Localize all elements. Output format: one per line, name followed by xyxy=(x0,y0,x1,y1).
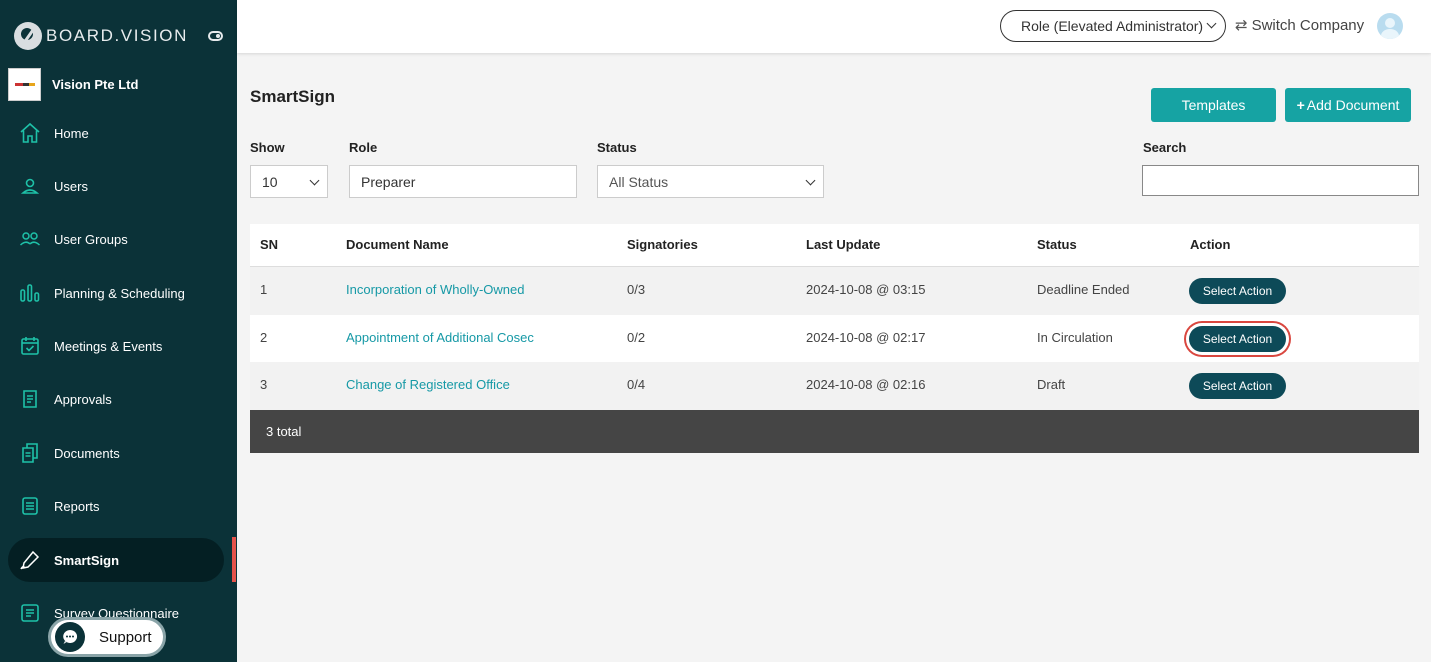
sidebar-item-users[interactable]: Users xyxy=(8,164,224,208)
sidebar-item-planning-scheduling[interactable]: Planning & Scheduling xyxy=(8,271,224,315)
sidebar-item-label: SmartSign xyxy=(54,552,120,568)
cell-sn: 1 xyxy=(260,282,268,297)
cell-sn: 3 xyxy=(260,377,268,392)
document-name-link[interactable]: Appointment of Additional Cosec xyxy=(346,330,534,345)
document-name-link[interactable]: Change of Registered Office xyxy=(346,377,510,392)
column-header-status: Status xyxy=(1037,237,1077,252)
show-select[interactable]: 10 xyxy=(250,165,328,198)
cell-status: Deadline Ended xyxy=(1037,282,1130,297)
cell-sn: 2 xyxy=(260,329,268,345)
sidebar-item-label: Documents xyxy=(54,445,120,461)
top-bar: Role (Elevated Administrator) ⇄ Switch C… xyxy=(237,0,1431,53)
cell-signatories: 0/2 xyxy=(627,329,646,345)
show-label: Show xyxy=(250,140,285,155)
column-header-last-update: Last Update xyxy=(806,237,881,252)
report-icon xyxy=(19,495,41,517)
sidebar-toggle-icon[interactable] xyxy=(208,31,223,41)
chevron-down-icon xyxy=(309,175,320,186)
survey-icon xyxy=(19,602,41,624)
company-selector[interactable]: Vision Pte Ltd xyxy=(8,68,138,101)
board-vision-logo-icon xyxy=(14,22,42,50)
role-dropdown-value: Role (Elevated Administrator) xyxy=(1021,18,1204,34)
documents-icon xyxy=(19,442,41,464)
sidebar-item-documents[interactable]: Documents xyxy=(8,431,224,475)
sidebar: BOARD.VISION Vision Pte Ltd Home Users U… xyxy=(0,0,237,662)
add-document-button-label: Add Document xyxy=(1306,97,1400,113)
table-row: 3 Change of Registered Office 0/4 2024-1… xyxy=(250,362,1419,410)
sidebar-item-label: Approvals xyxy=(54,391,112,407)
approval-icon xyxy=(19,388,41,410)
home-icon xyxy=(19,122,41,144)
support-button[interactable]: Support xyxy=(48,617,166,657)
search-label: Search xyxy=(1143,140,1187,155)
sidebar-item-approvals[interactable]: Approvals xyxy=(8,377,224,421)
table-row: 1 Incorporation of Wholly-Owned 0/3 2024… xyxy=(250,267,1419,315)
sidebar-item-home[interactable]: Home xyxy=(8,111,224,155)
cell-signatories: 0/3 xyxy=(627,282,646,297)
column-header-signatories: Signatories xyxy=(627,237,698,252)
select-action-button[interactable]: Select Action xyxy=(1189,325,1286,352)
sidebar-item-meetings-events[interactable]: Meetings & Events xyxy=(8,324,224,368)
sidebar-item-user-groups[interactable]: User Groups xyxy=(8,217,224,261)
chat-bubble-icon xyxy=(55,622,85,652)
sidebar-item-label: Meetings & Events xyxy=(54,338,163,354)
role-input[interactable]: Preparer xyxy=(349,165,577,198)
select-action-button[interactable]: Select Action xyxy=(1189,373,1286,399)
select-action-button[interactable]: Select Action xyxy=(1189,278,1286,304)
calendar-icon xyxy=(19,335,41,357)
cell-last-update: 2024-10-08 @ 02:16 xyxy=(806,377,926,392)
status-select-value: All Status xyxy=(609,173,669,190)
plus-icon: + xyxy=(1296,97,1305,113)
cell-last-update: 2024-10-08 @ 03:15 xyxy=(806,282,926,297)
role-dropdown[interactable]: Role (Elevated Administrator) xyxy=(1000,10,1226,42)
switch-company-link[interactable]: ⇄ Switch Company xyxy=(1235,16,1365,35)
company-name: Vision Pte Ltd xyxy=(52,77,139,92)
role-label: Role xyxy=(349,140,378,155)
column-header-action: Action xyxy=(1190,237,1231,252)
sidebar-item-label: Home xyxy=(54,125,89,141)
sidebar-item-label: Planning & Scheduling xyxy=(54,285,185,301)
chevron-down-icon xyxy=(1206,18,1217,29)
templates-button[interactable]: Templates xyxy=(1151,88,1276,122)
avatar[interactable] xyxy=(1377,13,1403,39)
sidebar-item-label: User Groups xyxy=(54,231,128,247)
total-count: 3 total xyxy=(266,423,302,439)
bar-chart-icon xyxy=(19,282,41,304)
support-label: Support xyxy=(99,628,152,646)
sidebar-item-reports[interactable]: Reports xyxy=(8,484,224,528)
table-header: SN Document Name Signatories Last Update… xyxy=(250,224,1419,267)
company-logo xyxy=(8,68,41,101)
search-input[interactable] xyxy=(1142,165,1419,196)
documents-table: SN Document Name Signatories Last Update… xyxy=(250,224,1419,453)
user-icon xyxy=(19,175,41,197)
status-select[interactable]: All Status xyxy=(597,165,824,198)
brand[interactable]: BOARD.VISION xyxy=(14,22,188,50)
swap-arrows-icon: ⇄ xyxy=(1235,17,1248,34)
sidebar-item-smartsign[interactable]: SmartSign xyxy=(8,538,224,582)
document-name-link[interactable]: Incorporation of Wholly-Owned xyxy=(346,282,524,297)
table-footer: 3 total xyxy=(250,409,1419,453)
sidebar-item-label: Users xyxy=(54,178,88,194)
brand-name: BOARD.VISION xyxy=(46,26,189,45)
add-document-button[interactable]: + Add Document xyxy=(1285,88,1411,122)
templates-button-label: Templates xyxy=(1181,97,1246,113)
user-group-icon xyxy=(19,228,41,250)
pen-icon xyxy=(19,549,41,571)
cell-last-update: 2024-10-08 @ 02:17 xyxy=(806,329,926,345)
column-header-document-name: Document Name xyxy=(346,237,449,252)
cell-signatories: 0/4 xyxy=(627,377,646,392)
status-label: Status xyxy=(597,140,637,155)
active-indicator xyxy=(232,537,236,582)
cell-status: Draft xyxy=(1037,377,1066,392)
switch-company-label: Switch Company xyxy=(1251,16,1365,34)
show-select-value: 10 xyxy=(262,173,278,190)
sidebar-item-label: Reports xyxy=(54,498,100,514)
column-header-sn: SN xyxy=(260,237,279,252)
table-row: 2 Appointment of Additional Cosec 0/2 20… xyxy=(250,314,1419,362)
page-title: SmartSign xyxy=(250,87,336,106)
chevron-down-icon xyxy=(805,175,816,186)
role-input-value: Preparer xyxy=(361,173,416,190)
cell-status: In Circulation xyxy=(1037,329,1113,345)
